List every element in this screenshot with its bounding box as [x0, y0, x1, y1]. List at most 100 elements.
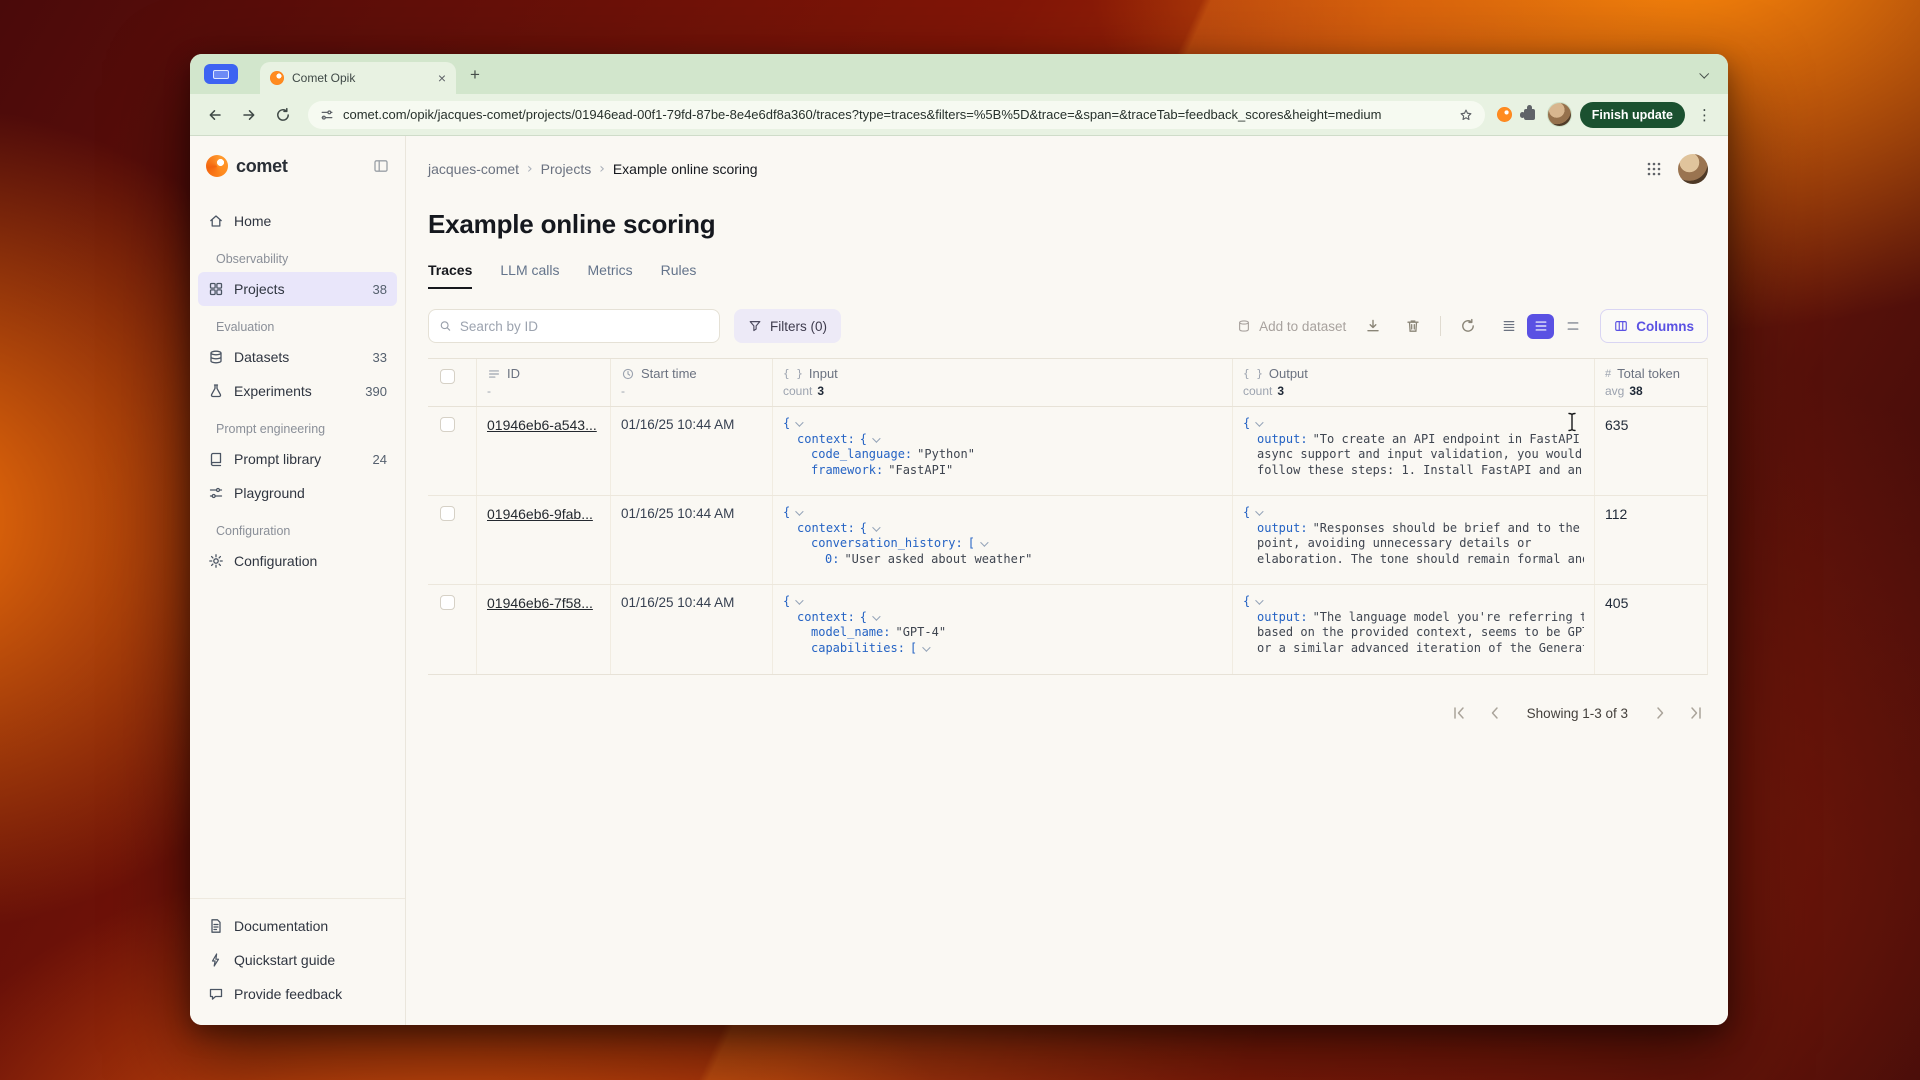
- export-download-button[interactable]: [1360, 313, 1386, 339]
- user-avatar[interactable]: [1678, 154, 1708, 184]
- browser-menu-icon[interactable]: ⋮: [1693, 106, 1716, 124]
- chevron-down-icon[interactable]: [922, 643, 930, 651]
- breadcrumb-separator-icon: ›: [599, 161, 605, 177]
- sidebar-item-experiments[interactable]: Experiments 390: [198, 374, 397, 408]
- select-all-checkbox[interactable]: [440, 369, 455, 384]
- trace-id-link[interactable]: 01946eb6-a543...: [487, 417, 597, 433]
- sidebar-collapse-icon[interactable]: [373, 158, 389, 174]
- row-checkbox[interactable]: [440, 506, 455, 521]
- filter-funnel-icon: [748, 319, 762, 333]
- breadcrumb: jacques-comet › Projects › Example onlin…: [428, 154, 1708, 184]
- sidebar-item-playground[interactable]: Playground: [198, 476, 397, 510]
- reload-button[interactable]: [270, 102, 296, 128]
- trace-output-cell[interactable]: { output:"The language model you're refe…: [1232, 585, 1594, 674]
- comet-extension-icon[interactable]: [1497, 107, 1512, 122]
- sidebar-item-home[interactable]: Home: [198, 204, 397, 238]
- trace-id-link[interactable]: 01946eb6-7f58...: [487, 595, 593, 611]
- extensions-puzzle-icon[interactable]: [1524, 109, 1535, 120]
- finish-update-button[interactable]: Finish update: [1580, 102, 1685, 128]
- braces-icon: { }: [783, 367, 803, 380]
- previous-page-button[interactable]: [1483, 701, 1507, 725]
- breadcrumb-projects[interactable]: Projects: [541, 161, 592, 177]
- last-page-button[interactable]: [1684, 701, 1708, 725]
- apps-grid-icon[interactable]: [1646, 161, 1662, 177]
- sidebar-item-label: Configuration: [234, 553, 387, 569]
- first-page-button[interactable]: [1447, 701, 1471, 725]
- chevron-down-icon[interactable]: [795, 596, 803, 604]
- row-checkbox[interactable]: [440, 417, 455, 432]
- filters-button[interactable]: Filters (0): [734, 309, 841, 343]
- row-height-small-button[interactable]: [1495, 314, 1522, 339]
- flask-icon: [208, 383, 224, 399]
- sidebar-section-observability: Observability: [198, 252, 397, 266]
- trace-input-cell[interactable]: { context:{ model_name:"GPT-4" capabilit…: [772, 585, 1232, 674]
- column-header-id[interactable]: ID -: [476, 359, 610, 406]
- home-icon: [208, 213, 224, 229]
- address-bar[interactable]: comet.com/opik/jacques-comet/projects/01…: [308, 101, 1485, 129]
- columns-button[interactable]: Columns: [1600, 309, 1708, 343]
- sidebar-item-documentation[interactable]: Documentation: [198, 909, 397, 943]
- column-header-input[interactable]: { }Input count3: [772, 359, 1232, 406]
- bookmark-star-icon[interactable]: [1459, 108, 1473, 122]
- chevron-down-icon[interactable]: [795, 507, 803, 515]
- breadcrumb-workspace[interactable]: jacques-comet: [428, 161, 519, 177]
- chevron-down-icon[interactable]: [1255, 507, 1263, 515]
- table-row[interactable]: 01946eb6-9fab... 01/16/25 10:44 AM { con…: [428, 496, 1707, 585]
- trace-input-cell[interactable]: { context:{ conversation_history:[ 0:"Us…: [772, 496, 1232, 584]
- search-input[interactable]: [460, 319, 709, 334]
- app-sidebar: comet Home Observability Projects 38 Eva…: [190, 136, 406, 1025]
- site-settings-icon[interactable]: [320, 108, 334, 122]
- sidebar-item-quickstart-guide[interactable]: Quickstart guide: [198, 943, 397, 977]
- sidebar-item-label: Experiments: [234, 383, 355, 399]
- search-icon: [439, 319, 452, 333]
- row-checkbox[interactable]: [440, 595, 455, 610]
- clock-icon: [621, 367, 635, 381]
- projects-grid-icon: [208, 281, 224, 297]
- tab-llm-calls[interactable]: LLM calls: [500, 262, 559, 287]
- tab-group-chip[interactable]: [204, 64, 238, 84]
- tab-metrics[interactable]: Metrics: [588, 262, 633, 287]
- column-header-start-time[interactable]: Start time -: [610, 359, 772, 406]
- trace-input-cell[interactable]: { context:{ code_language:"Python" frame…: [772, 407, 1232, 495]
- browser-profile-avatar[interactable]: [1547, 102, 1572, 127]
- delete-trash-button[interactable]: [1400, 313, 1426, 339]
- refresh-button[interactable]: [1455, 313, 1481, 339]
- tab-search-chevron-icon[interactable]: [1692, 63, 1714, 85]
- chevron-down-icon[interactable]: [980, 538, 988, 546]
- next-page-button[interactable]: [1648, 701, 1672, 725]
- tab-rules[interactable]: Rules: [661, 262, 697, 287]
- column-header-output[interactable]: { }Output count3: [1232, 359, 1594, 406]
- chevron-down-icon[interactable]: [872, 523, 880, 531]
- add-to-dataset-button[interactable]: Add to dataset: [1237, 319, 1346, 334]
- forward-button[interactable]: [236, 102, 262, 128]
- row-height-medium-button[interactable]: [1527, 314, 1554, 339]
- sidebar-item-projects[interactable]: Projects 38: [198, 272, 397, 306]
- column-header-total-tokens[interactable]: #Total token avg38: [1594, 359, 1707, 406]
- sidebar-item-datasets[interactable]: Datasets 33: [198, 340, 397, 374]
- browser-tab[interactable]: Comet Opik ×: [260, 62, 456, 94]
- trace-output-cell[interactable]: { output:"Responses should be brief and …: [1232, 496, 1594, 584]
- url-text[interactable]: comet.com/opik/jacques-comet/projects/01…: [343, 107, 1450, 122]
- sidebar-item-prompt-library[interactable]: Prompt library 24: [198, 442, 397, 476]
- back-button[interactable]: [202, 102, 228, 128]
- pagination: Showing 1-3 of 3: [428, 701, 1708, 725]
- table-row[interactable]: 01946eb6-a543... 01/16/25 10:44 AM { con…: [428, 407, 1707, 496]
- sidebar-item-provide-feedback[interactable]: Provide feedback: [198, 977, 397, 1011]
- tab-traces[interactable]: Traces: [428, 262, 472, 289]
- sidebar-item-configuration[interactable]: Configuration: [198, 544, 397, 578]
- sidebar-item-label: Provide feedback: [234, 986, 387, 1002]
- sidebar-item-label: Prompt library: [234, 451, 363, 467]
- trace-id-link[interactable]: 01946eb6-9fab...: [487, 506, 593, 522]
- trace-start-time: 01/16/25 10:44 AM: [610, 496, 772, 584]
- chevron-down-icon[interactable]: [1255, 596, 1263, 604]
- new-tab-button[interactable]: +: [470, 66, 480, 83]
- table-row[interactable]: 01946eb6-7f58... 01/16/25 10:44 AM { con…: [428, 585, 1707, 674]
- chevron-down-icon[interactable]: [795, 418, 803, 426]
- tab-close-icon[interactable]: ×: [438, 71, 446, 85]
- row-height-large-button[interactable]: [1559, 314, 1586, 339]
- chevron-down-icon[interactable]: [1255, 418, 1263, 426]
- chevron-down-icon[interactable]: [872, 434, 880, 442]
- sidebar-item-count: 38: [373, 282, 387, 297]
- trace-output-cell[interactable]: { output:"To create an API endpoint in F…: [1232, 407, 1594, 495]
- chevron-down-icon[interactable]: [872, 612, 880, 620]
